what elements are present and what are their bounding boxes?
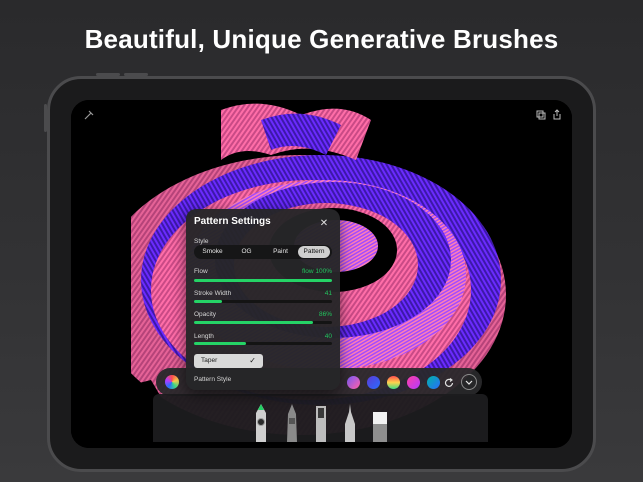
pattern-style-label: Pattern Style: [194, 376, 232, 383]
ink-tool[interactable]: [313, 404, 329, 442]
swatch-blue-pink[interactable]: [347, 376, 360, 389]
checkmark-icon: ✓: [249, 356, 256, 365]
length-slider[interactable]: [194, 342, 332, 345]
taper-label: Taper: [201, 357, 218, 364]
headline: Beautiful, Unique Generative Brushes: [84, 24, 559, 54]
opacity-value: 86%: [318, 311, 332, 318]
tablet-top-button: [96, 73, 120, 76]
refresh-icon[interactable]: [443, 376, 455, 388]
tablet-top-button: [124, 73, 148, 76]
swatch-magenta[interactable]: [407, 376, 420, 389]
opacity-slider[interactable]: [194, 321, 332, 324]
length-label: Length: [194, 333, 214, 340]
style-option-paint[interactable]: Paint: [264, 246, 297, 258]
color-wheel-icon[interactable]: [165, 375, 179, 389]
style-segmented-control: Smoke OG Paint Pattern: [194, 245, 332, 259]
layers-icon[interactable]: [535, 109, 547, 124]
swatch-teal[interactable]: [427, 376, 440, 389]
stroke-width-value: 41: [324, 290, 332, 297]
length-slider-fill: [194, 342, 247, 345]
brush-swirl-icon[interactable]: [83, 109, 95, 124]
stroke-width-slider-fill: [194, 300, 222, 303]
opacity-label: Opacity: [194, 311, 217, 318]
taper-toggle[interactable]: Taper ✓: [194, 354, 263, 368]
pattern-settings-panel: Pattern Settings ✕ Style Smoke OG Paint …: [186, 209, 340, 390]
app-store-screenshot: Beautiful, Unique Generative Brushes Pat…: [0, 0, 643, 482]
share-icon[interactable]: [551, 109, 563, 124]
fineliner-tool[interactable]: [342, 404, 358, 442]
swatch-purple-blue[interactable]: [367, 376, 380, 389]
tool-tray: [153, 394, 488, 442]
chevron-down-icon[interactable]: [461, 374, 477, 390]
eraser-tool[interactable]: [371, 404, 389, 442]
opacity-slider-fill: [194, 321, 313, 324]
flow-slider-fill: [194, 279, 332, 282]
close-icon[interactable]: ✕: [318, 218, 330, 230]
style-option-smoke[interactable]: Smoke: [196, 246, 229, 258]
style-option-og[interactable]: OG: [230, 246, 263, 258]
flow-value: flow 100%: [302, 268, 332, 275]
swatch-rainbow[interactable]: [387, 376, 400, 389]
marker-tool[interactable]: [284, 404, 300, 442]
stroke-width-label: Stroke Width: [194, 290, 232, 297]
length-value: 40: [324, 333, 332, 340]
flow-slider[interactable]: [194, 279, 332, 282]
pen-tool[interactable]: [253, 404, 269, 442]
style-option-pattern[interactable]: Pattern: [298, 246, 330, 258]
flow-label: Flow: [194, 268, 208, 275]
panel-title: Pattern Settings: [194, 216, 271, 227]
style-label: Style: [194, 238, 209, 245]
tablet-side-button: [44, 104, 47, 132]
stroke-width-slider[interactable]: [194, 300, 332, 303]
